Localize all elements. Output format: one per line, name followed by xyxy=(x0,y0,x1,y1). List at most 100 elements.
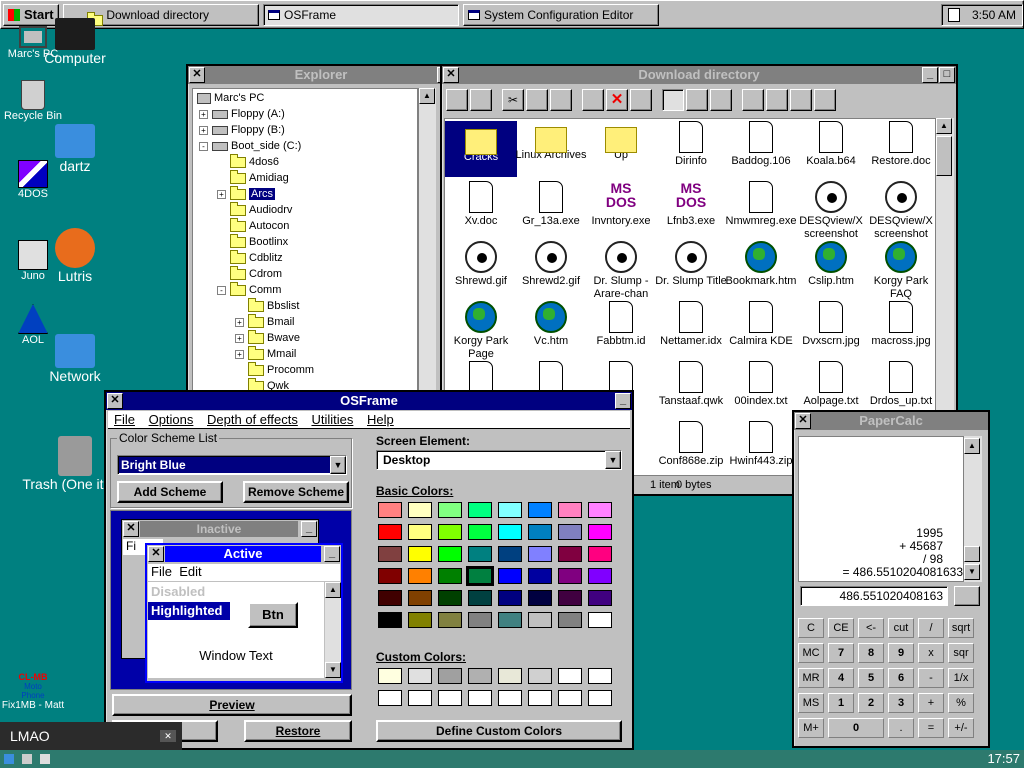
calc-key[interactable]: 3 xyxy=(888,693,914,713)
custom-color-swatch[interactable] xyxy=(558,690,582,706)
file-item[interactable]: Hwinf443.zip xyxy=(725,421,797,468)
file-item[interactable]: MS DOS Invntory.exe xyxy=(585,181,657,228)
basic-color-swatch[interactable] xyxy=(438,502,462,518)
expand-icon[interactable]: + xyxy=(235,333,244,343)
custom-color-swatch[interactable] xyxy=(588,668,612,684)
tree-item[interactable]: + Floppy (B:) xyxy=(197,122,417,138)
basic-color-swatch[interactable] xyxy=(558,612,582,628)
basic-color-swatch[interactable] xyxy=(408,568,432,584)
tree-item[interactable]: Marc's PC xyxy=(197,90,417,106)
basic-color-swatch[interactable] xyxy=(438,524,462,540)
sort-type-icon[interactable] xyxy=(766,89,788,111)
file-item[interactable]: Tanstaaf.qwk xyxy=(655,361,727,408)
collapse-icon[interactable]: - xyxy=(217,285,226,295)
tree-item[interactable]: + Mmail xyxy=(197,345,417,362)
calc-key[interactable]: sqr xyxy=(948,643,974,663)
calc-key[interactable]: 2 xyxy=(858,693,884,713)
calc-key[interactable]: MR xyxy=(798,668,824,688)
file-item[interactable]: Shrewd2.gif xyxy=(515,241,587,288)
notepad-icon[interactable] xyxy=(948,8,960,22)
calc-key[interactable]: . xyxy=(888,718,914,738)
file-item[interactable]: DESQview/X screenshot xyxy=(865,181,935,241)
calc-key[interactable]: <- xyxy=(858,618,884,638)
menu-help[interactable]: Help xyxy=(367,412,394,427)
calc-key[interactable]: = xyxy=(918,718,944,738)
scroll-thumb[interactable] xyxy=(964,546,980,562)
minimize-icon[interactable]: _ xyxy=(922,67,938,83)
basic-color-swatch[interactable] xyxy=(408,524,432,540)
terminal-icon[interactable] xyxy=(40,754,50,764)
preview-button[interactable]: Preview xyxy=(112,694,352,716)
tree-item[interactable]: Amidiag xyxy=(197,169,417,186)
collapse-icon[interactable]: - xyxy=(199,141,208,151)
basic-color-swatch[interactable] xyxy=(378,502,402,518)
tree-item[interactable]: Cdblitz xyxy=(197,249,417,266)
up-folder-icon[interactable] xyxy=(470,89,492,111)
desktop-icon-recycle-bin[interactable]: Recycle Bin xyxy=(0,80,78,122)
custom-color-swatch[interactable] xyxy=(378,690,402,706)
custom-color-swatch[interactable] xyxy=(468,668,492,684)
custom-color-swatch[interactable] xyxy=(558,668,582,684)
calc-key[interactable]: MS xyxy=(798,693,824,713)
basic-color-swatch[interactable] xyxy=(408,612,432,628)
task-osframe[interactable]: OSFrame xyxy=(263,4,459,26)
menu-depth-of-effects[interactable]: Depth of effects xyxy=(207,412,298,427)
file-item[interactable]: MS DOS Lfnb3.exe xyxy=(655,181,727,228)
calc-key[interactable]: +/- xyxy=(948,718,974,738)
basic-color-swatch[interactable] xyxy=(588,502,612,518)
clear-icon[interactable]: ✕ xyxy=(160,730,176,742)
basic-color-swatch[interactable] xyxy=(468,612,492,628)
tree-view-icon[interactable] xyxy=(446,89,468,111)
custom-color-swatch[interactable] xyxy=(378,668,402,684)
file-item[interactable]: Bookmark.htm xyxy=(725,241,797,288)
sort-name-icon[interactable] xyxy=(742,89,764,111)
tree-item[interactable]: + Bmail xyxy=(197,313,417,330)
expand-icon[interactable]: + xyxy=(217,189,226,199)
file-item[interactable]: Cracks xyxy=(445,121,517,177)
calc-key[interactable]: 9 xyxy=(888,643,914,663)
custom-color-swatch[interactable] xyxy=(438,668,462,684)
basic-color-swatch[interactable] xyxy=(588,590,612,606)
basic-color-swatch[interactable] xyxy=(558,590,582,606)
custom-color-swatch[interactable] xyxy=(528,668,552,684)
basic-color-swatch[interactable] xyxy=(438,590,462,606)
calc-key[interactable]: C xyxy=(798,618,824,638)
close-icon[interactable]: ✕ xyxy=(189,67,205,83)
expand-icon[interactable]: + xyxy=(235,317,244,327)
calc-key[interactable]: cut xyxy=(888,618,914,638)
menu-file[interactable]: File xyxy=(114,412,135,427)
basic-color-swatch[interactable] xyxy=(558,546,582,562)
file-item[interactable]: Fabbtm.id xyxy=(585,301,657,348)
desktop-icon-lutris[interactable]: Lutris xyxy=(20,228,130,284)
calc-key[interactable]: x xyxy=(918,643,944,663)
menu-options[interactable]: Options xyxy=(149,412,194,427)
tree-item[interactable]: + Bwave xyxy=(197,329,417,346)
custom-color-swatch[interactable] xyxy=(408,668,432,684)
basic-color-swatch[interactable] xyxy=(588,546,612,562)
scroll-up-icon[interactable]: ▲ xyxy=(419,88,435,104)
basic-color-swatch[interactable] xyxy=(498,612,522,628)
task-system-configuration-editor[interactable]: System Configuration Editor xyxy=(463,4,659,26)
basic-color-swatch[interactable] xyxy=(498,502,522,518)
tree-item[interactable]: Cdrom xyxy=(197,265,417,282)
sort-size-icon[interactable] xyxy=(790,89,812,111)
calc-key[interactable]: 7 xyxy=(828,643,854,663)
tree-item[interactable]: Bootlinx xyxy=(197,233,417,250)
calc-key[interactable]: MC xyxy=(798,643,824,663)
maximize-icon[interactable]: □ xyxy=(939,67,955,83)
screen-element-select[interactable]: Desktop ▼ xyxy=(376,450,622,470)
basic-color-swatch[interactable] xyxy=(468,546,492,562)
file-item[interactable]: Dvxscrn.jpg xyxy=(795,301,867,348)
search-field[interactable]: LMAO ✕ xyxy=(0,722,182,750)
tree-item[interactable]: - Comm xyxy=(197,281,417,298)
basic-color-swatch[interactable] xyxy=(408,590,432,606)
basic-color-swatch[interactable] xyxy=(466,566,494,586)
basic-color-swatch[interactable] xyxy=(528,590,552,606)
file-item[interactable]: macross.jpg xyxy=(865,301,935,348)
close-icon[interactable]: ✕ xyxy=(107,393,123,409)
calc-key[interactable]: - xyxy=(918,668,944,688)
scroll-up-icon[interactable]: ▲ xyxy=(964,438,980,454)
basic-color-swatch[interactable] xyxy=(378,546,402,562)
basic-color-swatch[interactable] xyxy=(468,590,492,606)
restore-button[interactable]: Restore xyxy=(244,720,352,742)
